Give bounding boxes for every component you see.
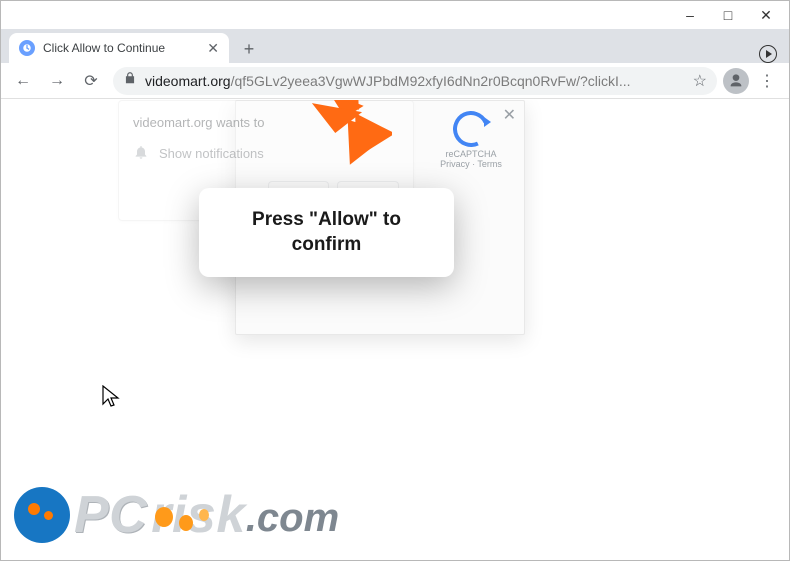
tabstrip-right <box>759 45 781 63</box>
recaptcha-badge: reCAPTCHA Privacy · Terms <box>436 111 506 169</box>
profile-avatar-button[interactable] <box>723 68 749 94</box>
window-minimize-button[interactable]: – <box>671 1 709 29</box>
permission-item-label: Show notifications <box>159 146 264 161</box>
url-path: /qf5GLv2yeea3VgwWJPbdM92xfyI6dNn2r0Bcqn0… <box>231 73 631 89</box>
bookmark-star-icon[interactable]: ☆ <box>693 71 707 91</box>
url-text: videomart.org/qf5GLv2yeea3VgwWJPbdM92xfy… <box>145 73 685 89</box>
media-control-icon[interactable] <box>759 45 777 63</box>
scam-instruction-bubble: Press "Allow" to confirm <box>199 188 454 277</box>
watermark-logo-icon <box>14 487 70 543</box>
permission-item-row: Show notifications <box>133 144 399 163</box>
recaptcha-brand: reCAPTCHA <box>436 149 506 159</box>
chrome-menu-button[interactable]: ⋮ <box>751 66 783 96</box>
url-domain: videomart.org <box>145 73 231 89</box>
window-titlebar: – □ ✕ <box>1 1 789 29</box>
bubble-message: Press "Allow" to confirm <box>217 208 436 257</box>
forward-button[interactable]: → <box>41 66 73 96</box>
browser-tab[interactable]: Click Allow to Continue ✕ <box>9 33 229 63</box>
browser-toolbar: ← → ⟳ videomart.org/qf5GLv2yeea3VgwWJPbd… <box>1 63 789 99</box>
watermark-dotcom: .com <box>246 496 339 545</box>
tab-favicon-icon <box>19 40 35 56</box>
watermark-risk: risk <box>151 485 246 545</box>
mouse-cursor-icon <box>102 385 120 414</box>
browser-window: – □ ✕ Click Allow to Continue ✕ + ← → ⟳ … <box>0 0 790 561</box>
tab-title: Click Allow to Continue <box>43 41 199 55</box>
permission-origin-text: videomart.org wants to <box>133 115 399 130</box>
recaptcha-logo-icon <box>453 111 489 147</box>
window-close-button[interactable]: ✕ <box>747 1 785 29</box>
tab-strip: Click Allow to Continue ✕ + <box>1 29 789 63</box>
new-tab-button[interactable]: + <box>235 35 263 63</box>
address-bar[interactable]: videomart.org/qf5GLv2yeea3VgwWJPbdM92xfy… <box>113 67 717 95</box>
lock-icon <box>123 71 137 90</box>
tab-close-button[interactable]: ✕ <box>207 40 219 57</box>
pcrisk-watermark: PC risk .com <box>14 485 339 545</box>
bell-icon <box>133 144 149 163</box>
watermark-pc: PC <box>74 485 147 545</box>
window-maximize-button[interactable]: □ <box>709 1 747 29</box>
back-button[interactable]: ← <box>7 66 39 96</box>
reload-button[interactable]: ⟳ <box>75 66 107 96</box>
page-content: ✕ reCAPTCHA Privacy · Terms videomart.or… <box>2 100 788 559</box>
recaptcha-links: Privacy · Terms <box>436 159 506 169</box>
